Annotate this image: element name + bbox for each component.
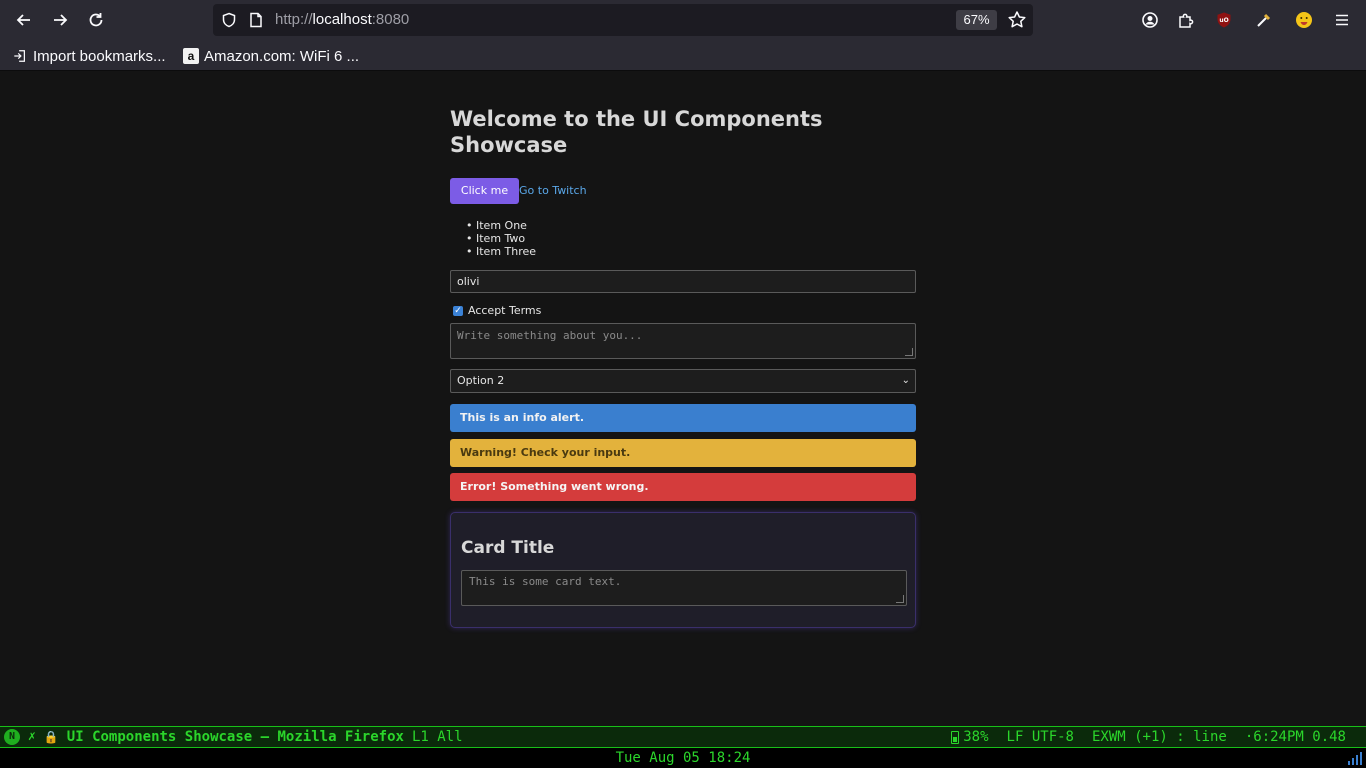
bookmark-label: Import bookmarks... (33, 47, 166, 65)
bookmark-star-icon[interactable] (1007, 10, 1027, 30)
extensions-puzzle-icon[interactable] (1174, 8, 1198, 32)
item-list: Item One Item Two Item Three (466, 219, 536, 258)
forward-arrow-icon[interactable] (48, 8, 72, 32)
battery-percent: 38% (963, 729, 989, 745)
textarea-placeholder: Write something about you... (457, 329, 643, 342)
url-scheme: http:// (275, 11, 313, 28)
warning-alert: Warning! Check your input. (450, 439, 916, 467)
url-host: localhost (312, 11, 372, 28)
card-textarea-placeholder: This is some card text. (469, 575, 622, 588)
battery-status: 38% (951, 727, 989, 747)
bookmark-import[interactable]: Import bookmarks... (12, 46, 166, 66)
bookmark-label: Amazon.com: WiFi 6 ... (204, 47, 360, 65)
card: Card Title This is some card text. (450, 512, 916, 628)
info-alert: This is an info alert. (450, 404, 916, 432)
battery-icon (951, 730, 960, 744)
resize-grip-icon[interactable] (905, 348, 913, 356)
mode-line: N ✗ 🔒 UI Components Showcase — Mozilla F… (0, 726, 1366, 748)
svg-text:uO: uO (1219, 17, 1228, 24)
card-textarea[interactable]: This is some card text. (461, 570, 907, 606)
eyedropper-icon[interactable] (1252, 8, 1276, 32)
option-select[interactable]: Option 2 ⌄ (450, 369, 916, 393)
account-icon[interactable] (1138, 8, 1162, 32)
ublock-icon[interactable]: uO (1212, 8, 1236, 32)
card-title: Card Title (461, 538, 555, 558)
chevron-down-icon: ⌄ (901, 375, 910, 386)
shield-icon[interactable] (221, 12, 237, 28)
resize-grip-icon[interactable] (896, 595, 904, 603)
major-mode: EXWM (+1) : line (1091, 729, 1227, 745)
page-viewport: Welcome to the UI Components Showcase Cl… (0, 71, 1366, 726)
click-me-button[interactable]: Click me (450, 178, 519, 204)
about-textarea[interactable]: Write something about you... (450, 323, 916, 359)
twitch-link[interactable]: Go to Twitch (519, 184, 587, 197)
list-item: Item Two (466, 232, 536, 245)
amazon-icon: a (183, 48, 199, 64)
accept-terms-row: ✓ Accept Terms (453, 304, 541, 317)
page-info-icon[interactable] (248, 12, 264, 28)
select-value: Option 2 (457, 374, 505, 387)
bookmark-amazon[interactable]: a Amazon.com: WiFi 6 ... (183, 46, 359, 66)
error-alert: Error! Something went wrong. (450, 473, 916, 501)
page-title: Welcome to the UI Components Showcase (450, 107, 823, 157)
browser-toolbar: http://localhost:8080 67% uO (0, 0, 1366, 40)
hamburger-menu-icon[interactable] (1330, 8, 1354, 32)
url-bar[interactable]: http://localhost:8080 67% (213, 4, 1033, 36)
encoding-status: LF UTF-8 (1006, 729, 1074, 745)
url-port: :8080 (371, 11, 410, 28)
buffer-position: L1 All (411, 729, 463, 745)
bookmarks-bar: Import bookmarks... a Amazon.com: WiFi 6… (0, 40, 1366, 71)
minibuffer: Tue Aug 05 18:24 (0, 748, 1366, 768)
text-input[interactable]: olivi (450, 270, 916, 293)
time-load: ·6:24PM 0.48 (1244, 729, 1346, 745)
lock-icon: 🔒 (43, 730, 59, 744)
back-arrow-icon[interactable] (12, 8, 36, 32)
list-item: Item Three (466, 245, 536, 258)
emoji-face-icon[interactable] (1292, 8, 1316, 32)
signal-strength-icon (1348, 752, 1362, 765)
accept-terms-checkbox[interactable]: ✓ (453, 305, 463, 316)
minibuffer-datetime: Tue Aug 05 18:24 (615, 750, 751, 766)
import-icon (12, 48, 28, 64)
accept-terms-label[interactable]: Accept Terms (468, 304, 541, 317)
window-title: UI Components Showcase — Mozilla Firefox (66, 729, 404, 745)
zoom-badge[interactable]: 67% (956, 10, 997, 30)
list-item: Item One (466, 219, 536, 232)
mode-badge-icon: N (4, 729, 20, 745)
tools-icon: ✗ (28, 729, 36, 744)
reload-icon[interactable] (84, 8, 108, 32)
url-text[interactable]: http://localhost:8080 (275, 11, 409, 28)
